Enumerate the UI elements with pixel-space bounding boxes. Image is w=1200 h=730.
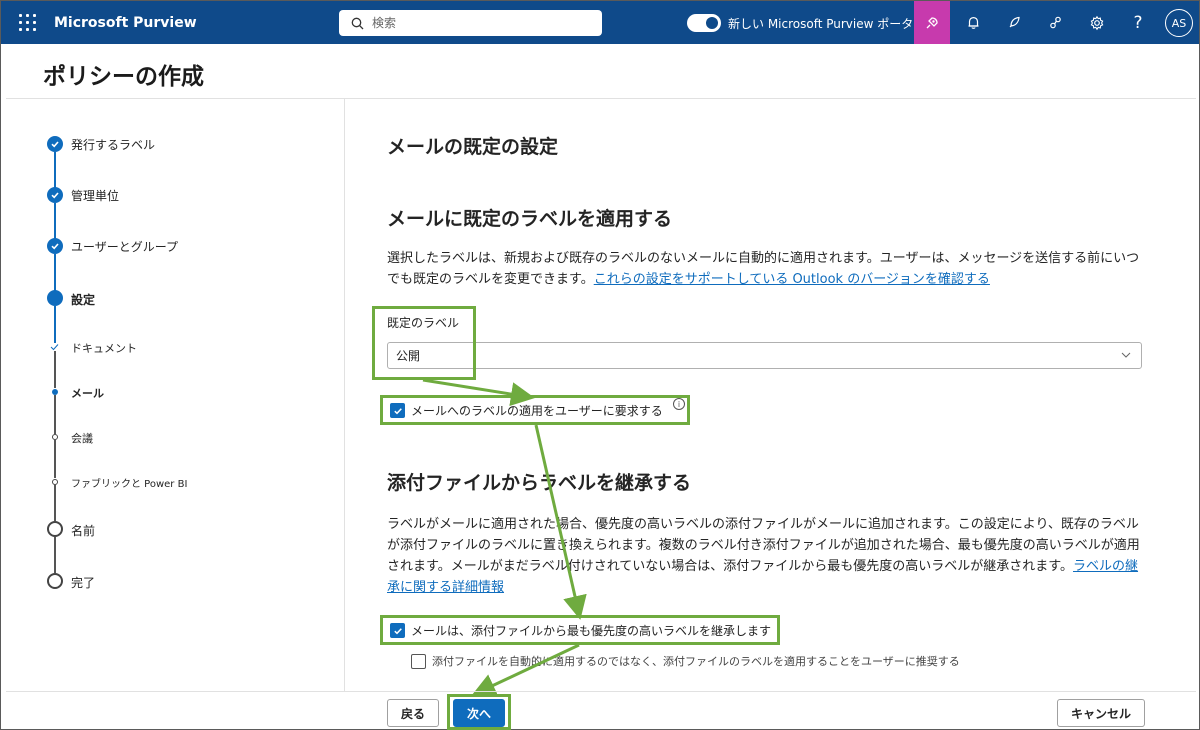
default-label-section-title: メールに既定のラベルを適用する	[387, 208, 673, 230]
copilot-icon[interactable]	[914, 1, 950, 44]
help-icon[interactable]: ?	[1120, 1, 1156, 44]
step-label-documents[interactable]: ドキュメント	[71, 340, 137, 356]
step-label-email[interactable]: メール	[71, 385, 104, 401]
annotation-highlight-default-label	[372, 306, 476, 380]
default-label-select[interactable]: 公開	[387, 342, 1142, 369]
step-label-meetings[interactable]: 会議	[71, 430, 93, 446]
step-connector	[54, 203, 56, 240]
step-connector	[54, 254, 56, 291]
outlook-versions-link[interactable]: これらの設定をサポートしている Outlook のバージョンを確認する	[594, 272, 990, 287]
step-connector	[54, 537, 56, 573]
check-icon	[50, 344, 59, 351]
sidebar-divider	[344, 99, 345, 691]
connections-icon[interactable]	[1037, 1, 1073, 44]
pending-step-icon	[47, 521, 63, 537]
step-label-finish[interactable]: 完了	[71, 574, 95, 591]
annotation-highlight-inherit-label	[380, 615, 780, 645]
step-label-settings[interactable]: 設定	[71, 291, 95, 308]
page-title: ポリシーの作成	[43, 64, 204, 90]
inherit-label-description-text: ラベルがメールに適用された場合、優先度の高いラベルの添付ファイルがメールに追加さ…	[387, 517, 1140, 574]
annotation-highlight-require-label	[380, 395, 690, 425]
step-label-fabric-powerbi[interactable]: ファブリックと Power BI	[71, 475, 187, 490]
bell-icon[interactable]	[955, 1, 991, 44]
pending-substep-icon	[52, 479, 58, 485]
top-bar: Microsoft Purview 新しい Microsoft Purview …	[1, 1, 1199, 44]
step-label-name[interactable]: 名前	[71, 522, 95, 539]
chevron-down-icon	[1121, 352, 1131, 358]
pending-step-icon	[47, 573, 63, 589]
gear-icon[interactable]	[1079, 1, 1115, 44]
step-connector	[54, 485, 56, 521]
check-icon	[47, 136, 63, 152]
step-connector	[54, 306, 56, 343]
step-connector	[54, 440, 56, 478]
search-box[interactable]	[339, 10, 602, 36]
default-label-description: 選択したラベルは、新規および既存のラベルのないメールに自動的に適用されます。ユー…	[387, 248, 1147, 290]
back-button[interactable]: 戻る	[387, 699, 439, 727]
new-portal-toggle[interactable]	[687, 14, 721, 32]
search-icon	[351, 17, 364, 29]
step-connector	[54, 351, 56, 388]
recommend-label-checkbox-label: 添付ファイルを自動的に適用するのではなく、添付ファイルのラベルを適用することをユ…	[432, 655, 960, 668]
inherit-label-section-title: 添付ファイルからラベルを継承する	[387, 472, 692, 494]
step-connector	[54, 152, 56, 189]
search-input[interactable]	[372, 16, 592, 30]
brand-name[interactable]: Microsoft Purview	[54, 15, 197, 31]
step-label-publish-labels[interactable]: 発行するラベル	[71, 136, 401, 153]
new-portal-toggle-group: 新しい Microsoft Purview ポータル	[687, 14, 925, 32]
check-icon	[47, 238, 63, 254]
next-button[interactable]: 次へ	[453, 699, 505, 727]
pending-substep-icon	[52, 434, 58, 440]
current-step-icon	[47, 290, 63, 306]
step-connector	[54, 395, 56, 434]
cancel-button[interactable]: キャンセル	[1057, 699, 1145, 727]
new-portal-toggle-label: 新しい Microsoft Purview ポータル	[728, 16, 926, 31]
inherit-label-description: ラベルがメールに適用された場合、優先度の高いラベルの添付ファイルがメールに追加さ…	[387, 514, 1147, 598]
recommend-label-checkbox-row[interactable]: 添付ファイルを自動的に適用するのではなく、添付ファイルのラベルを適用することをユ…	[411, 653, 960, 669]
header-divider	[6, 98, 1196, 99]
check-icon	[47, 187, 63, 203]
step-label-admin-units[interactable]: 管理単位	[71, 187, 119, 204]
current-substep-icon	[52, 389, 58, 395]
rocket-icon[interactable]	[996, 1, 1032, 44]
avatar[interactable]: AS	[1165, 9, 1193, 37]
recommend-label-checkbox[interactable]	[411, 653, 426, 669]
app-launcher-icon[interactable]	[18, 13, 38, 33]
section-heading: メールの既定の設定	[387, 136, 559, 158]
step-label-users-groups[interactable]: ユーザーとグループ	[71, 238, 178, 255]
footer-divider	[6, 691, 1196, 692]
